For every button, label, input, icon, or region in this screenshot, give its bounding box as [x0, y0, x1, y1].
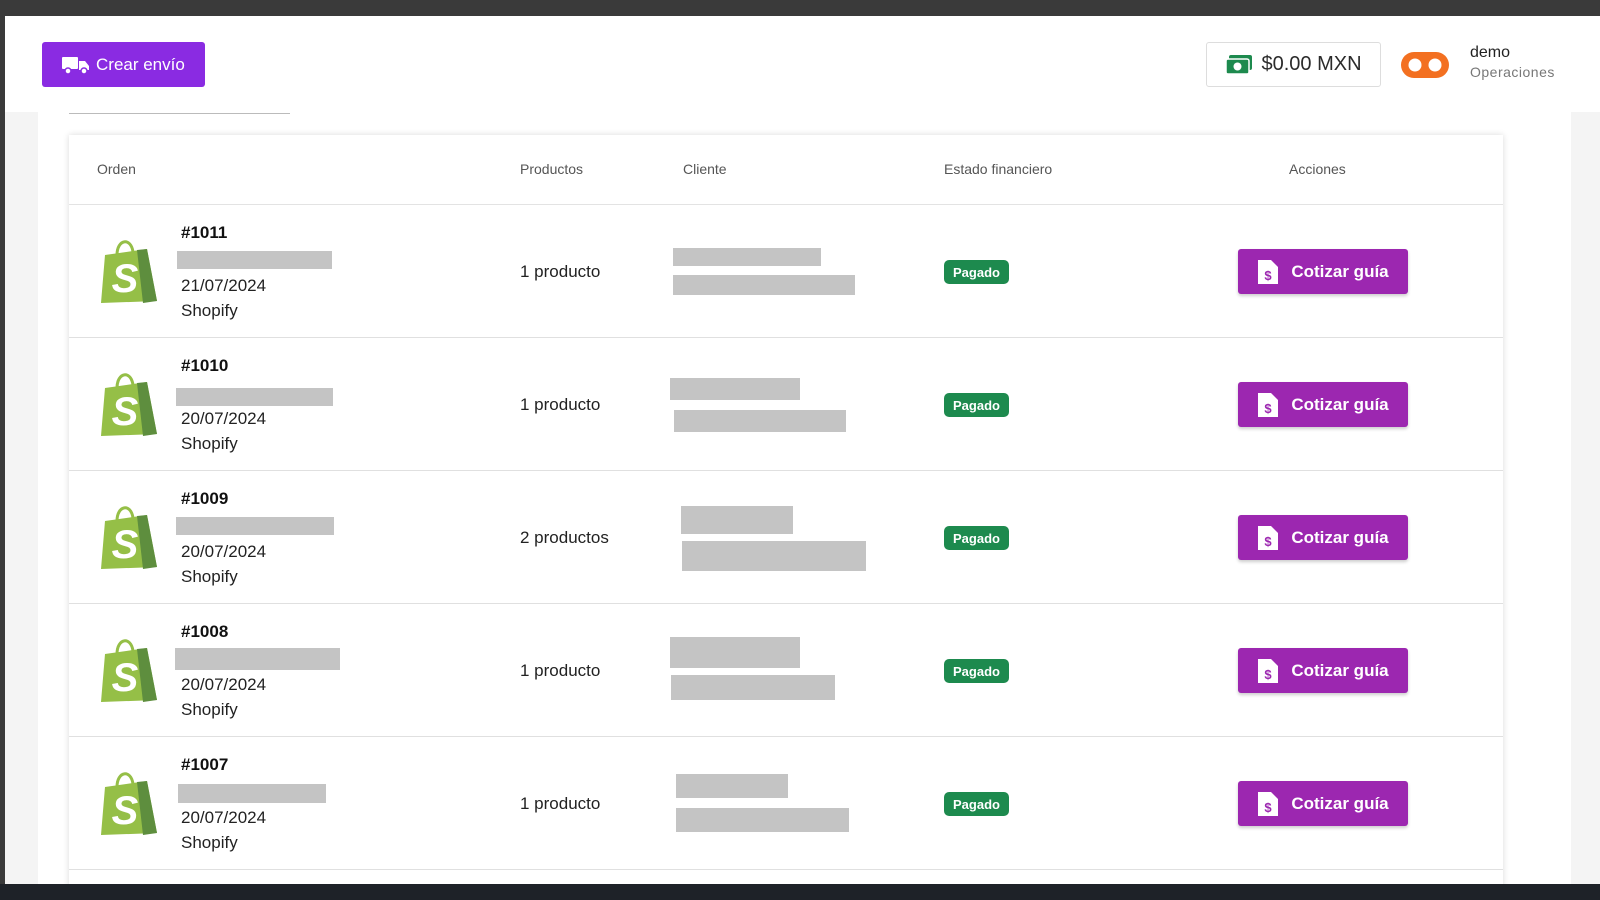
- order-date: 20/07/2024: [181, 808, 267, 827]
- create-shipment-button[interactable]: Crear envío: [42, 42, 205, 87]
- products-count: 2 productos: [520, 528, 609, 547]
- products-count: 1 producto: [520, 395, 601, 414]
- order-source: Shopify: [181, 301, 238, 320]
- status-badge: Pagado: [944, 393, 1009, 417]
- taskbar: [0, 884, 1600, 900]
- redacted-client-email: [682, 541, 866, 571]
- status-badge: Pagado: [944, 526, 1009, 550]
- balance-amount: $0.00 MXN: [1261, 53, 1362, 75]
- quote-shipment-button[interactable]: $ Cotizar guía: [1238, 781, 1408, 826]
- products-count: 1 producto: [520, 794, 601, 813]
- products-count: 1 producto: [520, 661, 601, 680]
- table-header: Orden Productos Cliente Estado financier…: [69, 135, 1503, 205]
- table-row[interactable]: S #1011 21/07/2024 Shopify 1 producto Pa…: [69, 205, 1503, 338]
- tab-underline: [69, 113, 290, 114]
- order-date: 21/07/2024: [181, 276, 267, 295]
- redacted-field: [176, 388, 333, 406]
- balance-display[interactable]: $0.00 MXN: [1206, 42, 1381, 87]
- redacted-field: [175, 648, 340, 670]
- user-name[interactable]: demo: [1470, 44, 1510, 62]
- column-estado-financiero: Estado financiero: [944, 161, 1053, 177]
- status-badge: Pagado: [944, 260, 1009, 284]
- redacted-client-name: [676, 774, 788, 798]
- quote-shipment-label: Cotizar guía: [1291, 793, 1389, 813]
- redacted-field: [177, 251, 332, 269]
- quote-shipment-label: Cotizar guía: [1291, 261, 1389, 281]
- table-row[interactable]: S #1009 20/07/2024 Shopify 2 productos P…: [69, 471, 1503, 604]
- svg-text:$: $: [1265, 268, 1273, 283]
- order-number[interactable]: #1010: [181, 356, 228, 376]
- redacted-field: [176, 517, 334, 535]
- shopify-bag-icon: S: [101, 373, 157, 436]
- orders-table: Orden Productos Cliente Estado financier…: [69, 135, 1503, 884]
- shopify-bag-icon: S: [101, 772, 157, 835]
- redacted-client-email: [673, 275, 855, 295]
- truck-icon: [62, 56, 89, 75]
- redacted-field: [178, 784, 326, 803]
- invoice-dollar-icon: $: [1258, 791, 1279, 816]
- order-source: Shopify: [181, 434, 238, 453]
- redacted-client-name: [670, 637, 800, 668]
- invoice-dollar-icon: $: [1258, 525, 1279, 550]
- svg-text:$: $: [1265, 800, 1273, 815]
- quote-shipment-button[interactable]: $ Cotizar guía: [1238, 515, 1408, 560]
- order-number[interactable]: #1011: [181, 223, 227, 243]
- redacted-client-email: [676, 808, 849, 832]
- svg-text:$: $: [1265, 667, 1273, 682]
- quote-shipment-label: Cotizar guía: [1291, 394, 1389, 414]
- redacted-client-email: [674, 410, 846, 432]
- quote-shipment-button[interactable]: $ Cotizar guía: [1238, 249, 1408, 294]
- order-source: Shopify: [181, 567, 238, 586]
- order-source: Shopify: [181, 833, 238, 852]
- quote-shipment-label: Cotizar guía: [1291, 660, 1389, 680]
- svg-text:S: S: [112, 257, 139, 301]
- status-badge: Pagado: [944, 792, 1009, 816]
- svg-text:S: S: [112, 789, 139, 833]
- column-acciones: Acciones: [1289, 161, 1346, 177]
- invoice-dollar-icon: $: [1258, 259, 1279, 284]
- order-date: 20/07/2024: [181, 542, 267, 561]
- user-role: Operaciones: [1470, 64, 1555, 80]
- order-source: Shopify: [181, 700, 238, 719]
- shopify-bag-icon: S: [101, 639, 157, 702]
- products-count: 1 producto: [520, 262, 601, 281]
- table-row[interactable]: S #1010 20/07/2024 Shopify 1 producto Pa…: [69, 338, 1503, 471]
- table-row[interactable]: S #1008 20/07/2024 Shopify 1 producto Pa…: [69, 604, 1503, 737]
- create-shipment-label: Crear envío: [96, 54, 185, 74]
- invoice-dollar-icon: $: [1258, 392, 1279, 417]
- top-bar: Crear envío $0.00 MXN demo Operaciones: [5, 16, 1600, 112]
- redacted-client-email: [671, 675, 835, 700]
- svg-text:$: $: [1265, 534, 1273, 549]
- order-date: 20/07/2024: [181, 409, 267, 428]
- svg-text:$: $: [1265, 401, 1273, 416]
- order-number[interactable]: #1009: [181, 489, 228, 509]
- redacted-client-name: [673, 248, 821, 266]
- redacted-client-name: [681, 506, 793, 534]
- app-window: Crear envío $0.00 MXN demo Operaciones O…: [5, 16, 1600, 884]
- shopify-bag-icon: S: [101, 506, 157, 569]
- order-number[interactable]: #1007: [181, 755, 228, 775]
- order-number[interactable]: #1008: [181, 622, 228, 642]
- quote-shipment-button[interactable]: $ Cotizar guía: [1238, 648, 1408, 693]
- svg-text:S: S: [112, 523, 139, 567]
- order-date: 20/07/2024: [181, 675, 267, 694]
- user-logo-icon[interactable]: [1399, 48, 1451, 82]
- invoice-dollar-icon: $: [1258, 658, 1279, 683]
- table-row[interactable]: S #1007 20/07/2024 Shopify 1 producto Pa…: [69, 737, 1503, 870]
- shopify-bag-icon: S: [101, 240, 157, 303]
- redacted-client-name: [670, 378, 800, 400]
- quote-shipment-button[interactable]: $ Cotizar guía: [1238, 382, 1408, 427]
- quote-shipment-label: Cotizar guía: [1291, 527, 1389, 547]
- column-productos: Productos: [520, 161, 584, 177]
- column-orden: Orden: [97, 161, 136, 177]
- svg-text:S: S: [112, 656, 139, 700]
- svg-text:S: S: [112, 390, 139, 434]
- status-badge: Pagado: [944, 659, 1009, 683]
- column-cliente: Cliente: [683, 161, 727, 177]
- money-icon: [1225, 54, 1253, 75]
